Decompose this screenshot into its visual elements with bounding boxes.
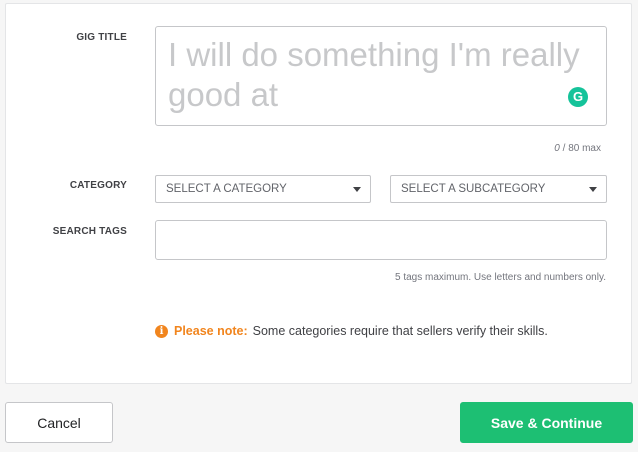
- cancel-button[interactable]: Cancel: [5, 402, 113, 443]
- category-select-value: SELECT A CATEGORY: [166, 183, 287, 195]
- info-icon: i: [155, 324, 168, 338]
- note-text: Some categories require that sellers ver…: [252, 324, 548, 338]
- gig-overview-page: GIG TITLE G 0 / 80 max CATEGORY SELECT A…: [0, 0, 638, 452]
- gig-form-card: GIG TITLE G 0 / 80 max CATEGORY SELECT A…: [5, 3, 632, 384]
- title-char-counter: 0 / 80 max: [554, 143, 601, 154]
- category-select[interactable]: SELECT A CATEGORY: [155, 175, 371, 203]
- gig-title-label: GIG TITLE: [76, 32, 127, 43]
- save-continue-button[interactable]: Save & Continue: [460, 402, 633, 443]
- gig-title-input[interactable]: [156, 27, 606, 125]
- caret-down-icon: [589, 187, 597, 192]
- search-tags-label: SEARCH TAGS: [52, 226, 127, 237]
- gig-title-field[interactable]: G: [155, 26, 607, 126]
- subcategory-select[interactable]: SELECT A SUBCATEGORY: [390, 175, 607, 203]
- search-tags-field[interactable]: [155, 220, 607, 260]
- search-tags-input[interactable]: [156, 221, 606, 259]
- note-heading: Please note:: [174, 324, 248, 338]
- subcategory-select-value: SELECT A SUBCATEGORY: [401, 183, 546, 195]
- caret-down-icon: [353, 187, 361, 192]
- search-tags-hint: 5 tags maximum. Use letters and numbers …: [394, 272, 606, 283]
- category-label: CATEGORY: [69, 180, 127, 191]
- verification-note: i Please note: Some categories require t…: [155, 324, 548, 338]
- grammarly-icon[interactable]: G: [568, 87, 588, 107]
- title-char-max: / 80 max: [559, 143, 601, 154]
